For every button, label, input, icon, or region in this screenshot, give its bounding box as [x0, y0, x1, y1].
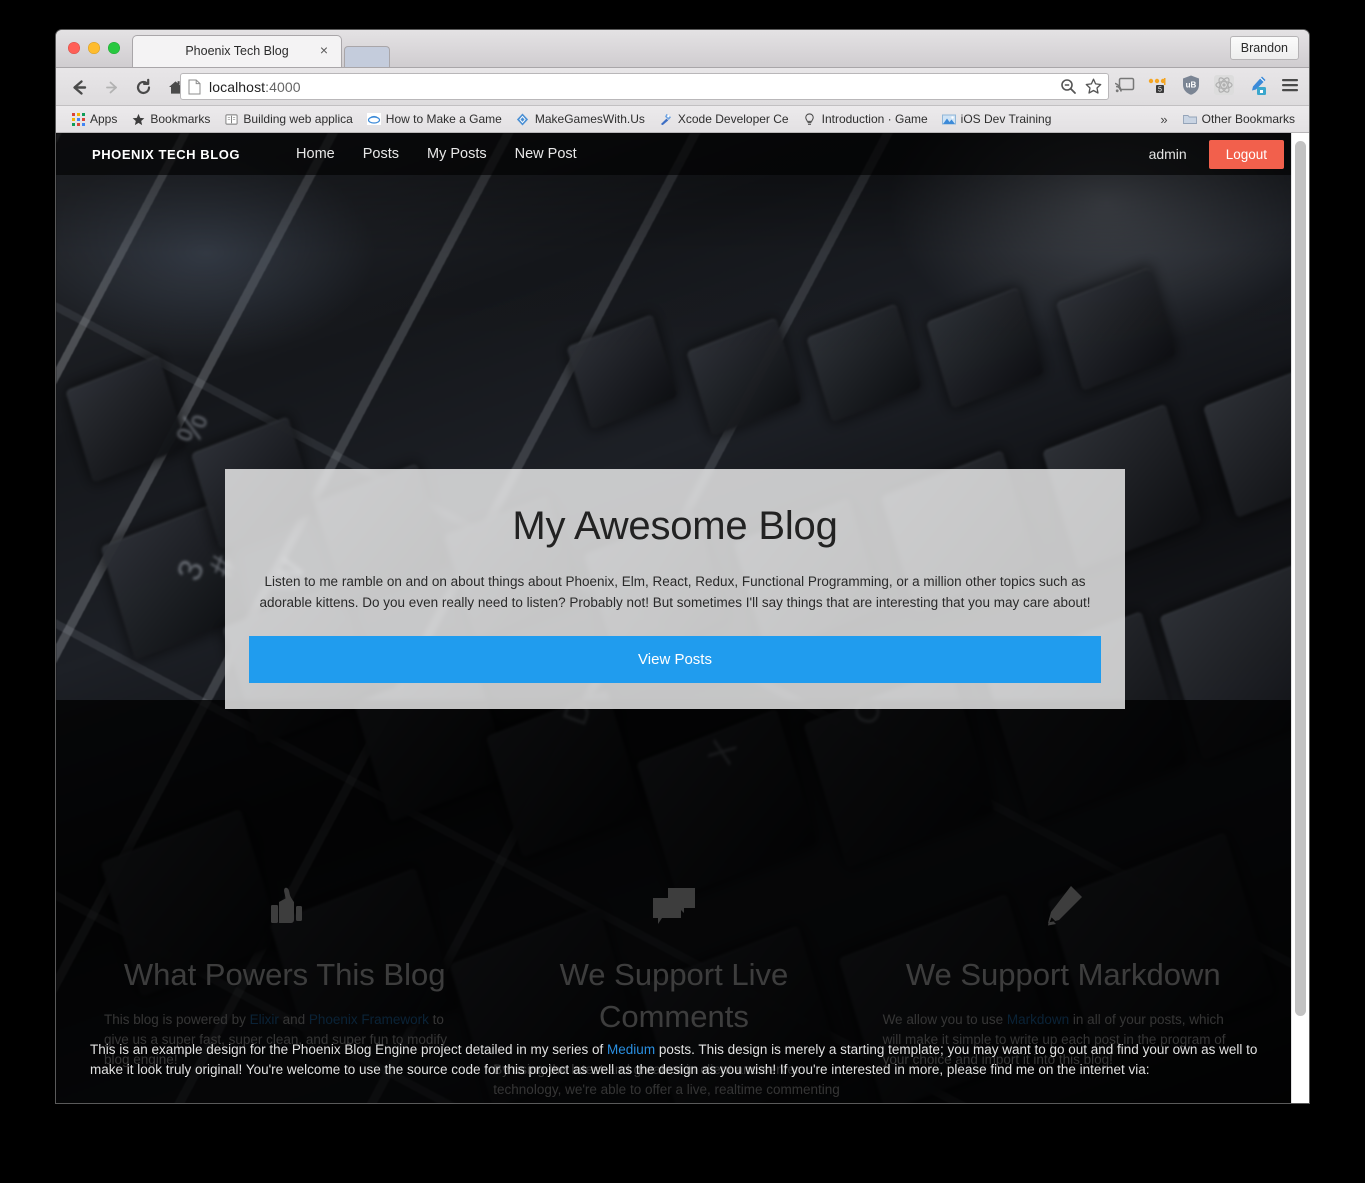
star-icon: [131, 112, 145, 126]
tab-title: Phoenix Tech Blog: [185, 44, 289, 58]
inline-link[interactable]: Medium: [607, 1042, 655, 1057]
hamburger-menu-icon[interactable]: [1279, 72, 1301, 98]
nav-user-area: admin Logout: [1148, 139, 1292, 169]
bookmark-introduction-game[interactable]: Introduction · Game: [796, 109, 935, 130]
primary-nav: Home Posts My Posts New Post: [282, 146, 591, 162]
logout-button[interactable]: Logout: [1208, 139, 1284, 169]
reload-icon[interactable]: [130, 74, 156, 100]
bookmark-label: How to Make a Game: [385, 112, 502, 126]
bookmark-label: Xcode Developer Ce: [677, 112, 789, 126]
page-viewport: 3 # % W S D X C PHOENIX TECH BLOG Home P…: [56, 133, 1309, 1103]
page-title: My Awesome Blog: [512, 504, 838, 548]
window-controls: [68, 42, 120, 54]
cast-icon[interactable]: [1114, 72, 1136, 98]
bookmarks-bar: Apps Bookmarks Building web applica How …: [56, 106, 1309, 133]
forward-arrow-icon[interactable]: [98, 74, 124, 100]
nav-link-posts[interactable]: Posts: [349, 146, 413, 162]
book-icon: [224, 112, 238, 126]
address-bar[interactable]: localhost:4000: [180, 73, 1109, 100]
vertical-scrollbar[interactable]: [1291, 133, 1309, 1103]
nav-link-new-post[interactable]: New Post: [501, 146, 591, 162]
close-icon[interactable]: ×: [317, 42, 331, 58]
bookmark-label: Building web applica: [243, 112, 353, 126]
url-port: :4000: [265, 78, 301, 95]
hero-subtitle: Listen to me ramble on and on about thin…: [259, 574, 1091, 611]
nav-link-my-posts[interactable]: My Posts: [413, 146, 501, 162]
nav-link-home[interactable]: Home: [282, 146, 349, 162]
bookmark-label: Introduction · Game: [821, 112, 928, 126]
hero-card: My Awesome Blog Listen to me ramble on a…: [225, 469, 1125, 709]
bookmark-label: Bookmarks: [150, 112, 211, 126]
bookmarks-overflow-button[interactable]: »: [1152, 112, 1175, 127]
extension-icons: 5 uB: [1114, 72, 1301, 98]
bookmark-label: Other Bookmarks: [1201, 112, 1295, 126]
view-posts-button[interactable]: View Posts: [249, 635, 1101, 683]
footer-note: This is an example design for the Phoeni…: [90, 1041, 1258, 1078]
new-tab-button[interactable]: [344, 46, 390, 67]
minimize-window-button[interactable]: [88, 42, 100, 54]
omnibox-actions: [1059, 77, 1103, 101]
star-icon[interactable]: [1084, 77, 1103, 101]
browser-titlebar: Phoenix Tech Blog × Brandon: [56, 30, 1309, 68]
profile-button[interactable]: Brandon: [1229, 36, 1299, 60]
mountain-photo-icon: [941, 112, 956, 126]
maximize-window-button[interactable]: [108, 42, 120, 54]
bookmark-label: iOS Dev Training: [960, 112, 1052, 126]
svg-text:uB: uB: [1186, 81, 1197, 90]
bookmark-label: Apps: [90, 112, 118, 126]
close-window-button[interactable]: [68, 42, 80, 54]
bookmark-label: MakeGamesWith.Us: [534, 112, 645, 126]
react-devtools-icon[interactable]: [1213, 72, 1235, 98]
url-host: localhost: [209, 78, 266, 95]
site-brand[interactable]: PHOENIX TECH BLOG: [92, 147, 240, 162]
cloud-icon: [366, 112, 381, 126]
browser-window: Phoenix Tech Blog × Brandon localhost:40…: [56, 30, 1309, 1103]
bookmark-building-web-applications[interactable]: Building web applica: [217, 109, 359, 130]
apps-grid-icon: [71, 112, 85, 126]
bookmark-how-to-make-a-game[interactable]: How to Make a Game: [360, 109, 509, 130]
bookmark-makegameswithus[interactable]: MakeGamesWith.Us: [509, 109, 652, 130]
colored-dots-extension-icon[interactable]: 5: [1147, 72, 1169, 98]
blue-diamond-icon: [516, 112, 530, 126]
svg-text:5: 5: [1158, 87, 1162, 94]
ublock-shield-icon[interactable]: uB: [1180, 72, 1202, 98]
url-text: localhost:4000: [209, 79, 301, 95]
page-document-icon: [188, 79, 201, 95]
site-navbar: PHOENIX TECH BLOG Home Posts My Posts Ne…: [56, 133, 1292, 175]
zoom-out-icon[interactable]: [1059, 77, 1078, 101]
scrollbar-thumb[interactable]: [1295, 141, 1306, 1016]
browser-toolbar: localhost:4000 5 uB: [56, 68, 1309, 106]
folder-icon: [1182, 112, 1197, 126]
lightbulb-icon: [803, 112, 817, 126]
back-arrow-icon[interactable]: [66, 74, 92, 100]
bookmark-xcode-developer-center[interactable]: Xcode Developer Ce: [652, 109, 796, 130]
bookmark-other-bookmarks[interactable]: Other Bookmarks: [1176, 109, 1309, 130]
bookmark-bookmarks[interactable]: Bookmarks: [124, 109, 217, 130]
xcode-hammer-icon: [659, 112, 673, 126]
current-username: admin: [1148, 146, 1187, 162]
color-picker-icon[interactable]: [1246, 72, 1268, 98]
browser-tab-active[interactable]: Phoenix Tech Blog ×: [132, 35, 342, 67]
bookmark-ios-dev-training[interactable]: iOS Dev Training: [935, 109, 1059, 130]
bookmark-apps[interactable]: Apps: [64, 109, 124, 130]
